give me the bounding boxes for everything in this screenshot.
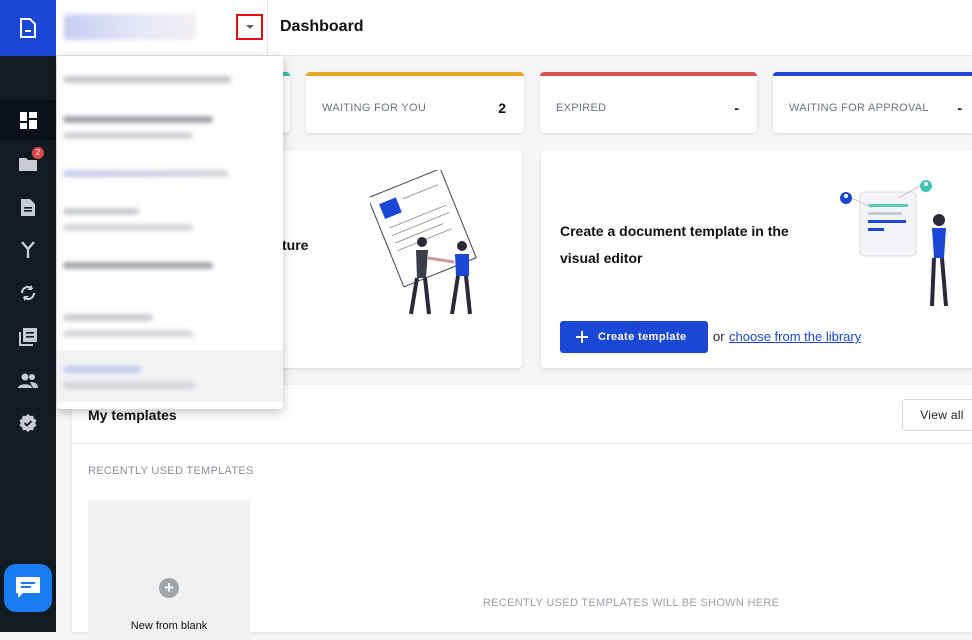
divider [72, 443, 972, 444]
top-bar: Dashboard [56, 0, 972, 56]
document-logo-icon [20, 18, 36, 38]
workspace-name-redacted [64, 14, 196, 40]
sidebar-item-contacts[interactable] [0, 360, 56, 400]
sidebar: 2 [0, 0, 56, 632]
sidebar-item-dashboard[interactable] [0, 100, 56, 140]
template-editor-illustration [840, 180, 948, 307]
workspace-option[interactable] [57, 202, 283, 254]
stat-card-waiting-for-approval[interactable]: WAITING FOR APPROVAL - [773, 72, 972, 133]
stat-value: 2 [498, 100, 506, 116]
stat-label: WAITING FOR APPROVAL [789, 102, 929, 114]
create-template-label: Create template [598, 331, 687, 343]
view-all-button[interactable]: View all [902, 399, 972, 431]
workspace-dropdown-button[interactable] [236, 14, 263, 40]
templates-panel: My templates View all RECENTLY USED TEMP… [72, 385, 972, 640]
sidebar-item-documents[interactable] [0, 187, 56, 227]
new-from-blank-label: New from blank [130, 620, 208, 632]
stat-card-expired[interactable]: EXPIRED - [540, 72, 757, 133]
stat-card-waiting-for-you[interactable]: WAITING FOR YOU 2 [306, 72, 524, 133]
sidebar-item-library[interactable] [0, 317, 56, 357]
promo-heading: Create a document template in the visual… [560, 223, 789, 266]
template-promo-card: Create a document template in the visual… [541, 150, 972, 368]
promo-heading-fragment: ture [282, 237, 309, 253]
stat-label: WAITING FOR YOU [322, 102, 427, 114]
caret-down-icon [245, 25, 254, 29]
stat-value: - [734, 100, 739, 116]
empty-recent-message: RECENTLY USED TEMPLATES WILL BE SHOWN HE… [483, 597, 780, 609]
settings-badge-icon [19, 414, 37, 432]
contacts-icon [18, 373, 38, 388]
document-icon [21, 198, 35, 216]
sidebar-item-sync[interactable] [0, 273, 56, 313]
workspace-dropdown-menu [57, 56, 283, 409]
plus-icon [576, 331, 588, 343]
or-text: or [713, 329, 725, 344]
signing-illustration [370, 170, 477, 315]
stat-value: - [957, 100, 962, 116]
plus-circle-icon: + [159, 578, 179, 598]
app-logo[interactable] [0, 0, 56, 56]
workspace-option[interactable] [57, 304, 283, 356]
choose-library-link[interactable]: choose from the library [729, 329, 861, 344]
templates-heading: My templates [88, 407, 177, 423]
stat-label: EXPIRED [556, 102, 607, 114]
workspace-option-selected[interactable] [57, 350, 283, 402]
recent-templates-heading: RECENTLY USED TEMPLATES [88, 465, 254, 477]
sidebar-item-workflows[interactable] [0, 230, 56, 270]
workspace-option[interactable] [57, 56, 283, 108]
sidebar-item-settings[interactable] [0, 403, 56, 443]
workflow-icon [21, 241, 35, 258]
chat-icon [16, 577, 40, 598]
page-title: Dashboard [280, 18, 364, 35]
workspace-selector[interactable] [56, 0, 268, 56]
sidebar-item-folders[interactable]: 2 [0, 143, 56, 183]
sync-icon [20, 285, 36, 301]
create-template-button[interactable]: Create template [560, 321, 708, 353]
library-icon [19, 328, 37, 346]
dashboard-icon [19, 111, 37, 129]
new-from-blank-card[interactable]: + New from blank [88, 500, 250, 640]
workspace-option[interactable] [57, 252, 283, 304]
workspace-option[interactable] [57, 106, 283, 158]
folder-badge: 2 [32, 147, 44, 159]
chat-button[interactable] [4, 564, 52, 612]
